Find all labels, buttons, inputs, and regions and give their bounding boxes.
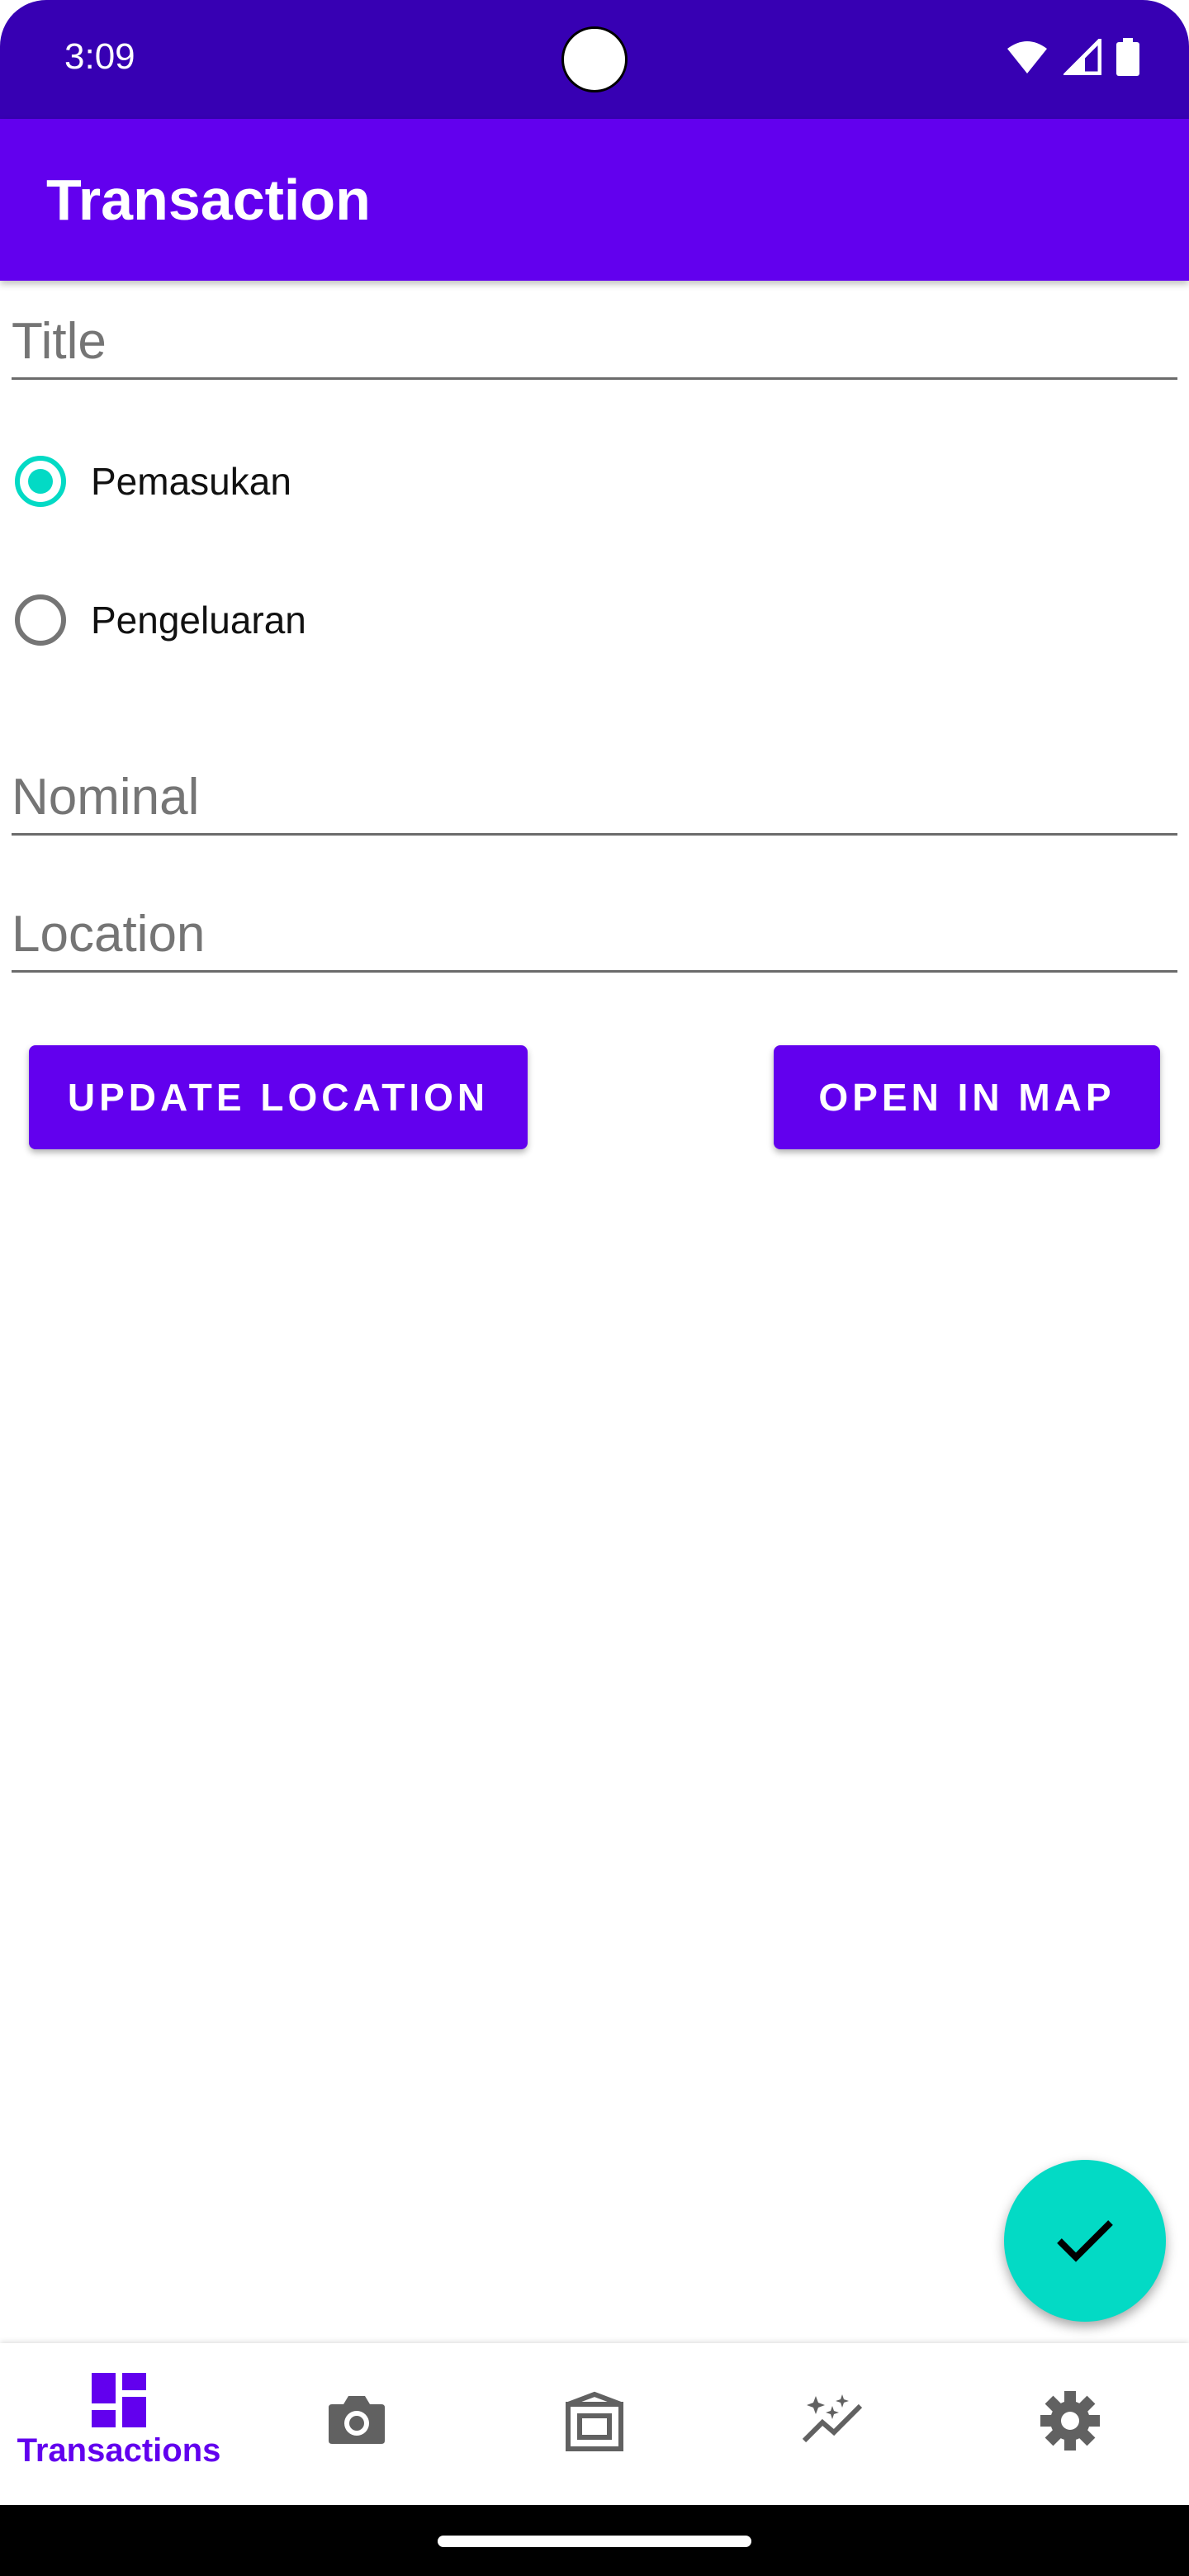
nav-label-transactions: Transactions: [17, 2432, 221, 2469]
nominal-field[interactable]: [12, 768, 1177, 836]
nav-item-camera[interactable]: [238, 2343, 476, 2505]
signal-icon: [1063, 39, 1101, 75]
nav-item-transactions[interactable]: Transactions: [0, 2343, 238, 2505]
title-underline: [12, 377, 1177, 380]
dashboard-icon: [92, 2373, 146, 2427]
status-bar: 3:09: [0, 0, 1189, 119]
check-icon: [1057, 2220, 1113, 2262]
save-fab[interactable]: [1004, 2160, 1166, 2322]
insights-icon: [802, 2394, 863, 2443]
page-title: Transaction: [46, 168, 371, 232]
camera-icon: [329, 2396, 385, 2444]
battery-icon: [1116, 38, 1139, 76]
radio-pengeluaran[interactable]: Pengeluaran: [15, 594, 306, 646]
radio-dot: [28, 469, 53, 494]
radio-pemasukan[interactable]: Pemasukan: [15, 456, 291, 507]
location-underline: [12, 970, 1177, 973]
title-field[interactable]: [12, 312, 1177, 380]
nominal-input[interactable]: [12, 768, 1177, 833]
settings-icon: [1040, 2391, 1100, 2451]
home-gesture-handle[interactable]: [438, 2536, 751, 2547]
nav-item-gallery[interactable]: [476, 2343, 713, 2505]
location-input[interactable]: [12, 905, 1177, 970]
nav-item-settings[interactable]: [951, 2343, 1189, 2505]
bottom-navigation: Transactions: [0, 2343, 1189, 2505]
radio-button-unchecked[interactable]: [15, 594, 66, 646]
radio-button-checked[interactable]: [15, 456, 66, 507]
camera-cutout: [561, 26, 628, 92]
open-in-map-button[interactable]: OPEN IN MAP: [774, 1045, 1160, 1149]
gallery-icon: [566, 2391, 623, 2451]
nav-item-insights[interactable]: [713, 2343, 951, 2505]
nominal-underline: [12, 833, 1177, 836]
status-icons: [1006, 38, 1139, 76]
update-location-button[interactable]: UPDATE LOCATION: [29, 1045, 528, 1149]
title-input[interactable]: [12, 312, 1177, 377]
location-field[interactable]: [12, 905, 1177, 973]
radio-label-pemasukan: Pemasukan: [91, 460, 291, 503]
radio-label-pengeluaran: Pengeluaran: [91, 599, 306, 642]
status-time: 3:09: [64, 36, 135, 77]
app-bar: Transaction: [0, 119, 1189, 281]
wifi-icon: [1007, 41, 1047, 73]
